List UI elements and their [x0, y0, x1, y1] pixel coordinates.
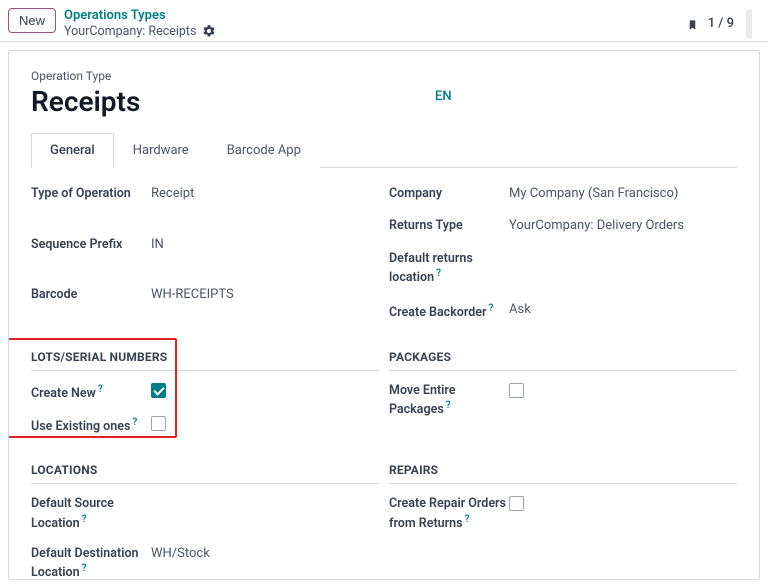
control-bar: New Operations Types YourCompany: Receip… — [0, 0, 768, 42]
section-title-lots: LOTS/SERIAL NUMBERS — [31, 350, 379, 371]
repairs-section: REPAIRS Create Repair Orders from Return… — [389, 463, 737, 580]
checkbox-move-entire-packages[interactable] — [509, 383, 524, 398]
value-barcode[interactable]: WH-RECEIPTS — [151, 287, 379, 302]
help-icon[interactable]: ? — [436, 268, 441, 279]
body-grid: Type of Operation Receipt Sequence Prefi… — [31, 186, 737, 322]
label-create-backorder: Create Backorder? — [389, 302, 509, 321]
label-returns-type: Returns Type — [389, 218, 509, 234]
breadcrumb-current: YourCompany: Receipts — [64, 24, 216, 39]
section-title-packages: PACKAGES — [389, 350, 737, 371]
checkbox-create-repair-orders[interactable] — [509, 496, 524, 511]
label-create-repair-orders-text: Create Repair Orders from Returns — [389, 496, 506, 530]
help-icon[interactable]: ? — [446, 400, 451, 411]
section-row-1: LOTS/SERIAL NUMBERS Create New? Use Exis… — [31, 350, 737, 436]
label-create-new: Create New? — [31, 383, 151, 402]
label-create-repair-orders: Create Repair Orders from Returns? — [389, 496, 509, 532]
breadcrumb: Operations Types YourCompany: Receipts — [64, 8, 216, 39]
label-default-returns-location-text: Default returns location — [389, 251, 473, 285]
label-sequence-prefix: Sequence Prefix — [31, 237, 151, 253]
breadcrumb-root-link[interactable]: Operations Types — [64, 8, 216, 24]
help-icon[interactable]: ? — [465, 514, 470, 525]
label-create-new-text: Create New — [31, 386, 96, 401]
value-default-destination-location[interactable]: WH/Stock — [151, 546, 379, 561]
label-use-existing: Use Existing ones? — [31, 416, 151, 435]
control-bar-right: 1 / 9 — [687, 10, 760, 38]
title-overline: Operation Type — [31, 69, 737, 83]
left-column: Type of Operation Receipt Sequence Prefi… — [31, 186, 379, 322]
label-use-existing-text: Use Existing ones — [31, 419, 130, 434]
section-row-2: LOCATIONS Default Source Location? Defau… — [31, 463, 737, 580]
label-default-source-location-text: Default Source Location — [31, 496, 114, 530]
right-rail-placeholder — [746, 10, 752, 38]
packages-section: PACKAGES Move Entire Packages? — [389, 350, 737, 436]
value-sequence-prefix[interactable]: IN — [151, 237, 379, 252]
label-type-of-operation: Type of Operation — [31, 186, 151, 202]
right-column: Company My Company (San Francisco) Retur… — [389, 186, 737, 322]
locations-section: LOCATIONS Default Source Location? Defau… — [31, 463, 379, 580]
section-title-repairs: REPAIRS — [389, 463, 737, 484]
label-default-source-location: Default Source Location? — [31, 496, 151, 532]
new-button[interactable]: New — [8, 8, 56, 33]
tab-barcode-app[interactable]: Barcode App — [208, 133, 320, 168]
pager[interactable]: 1 / 9 — [708, 16, 734, 31]
bookmark-icon[interactable] — [687, 17, 696, 31]
label-company: Company — [389, 186, 509, 202]
value-company[interactable]: My Company (San Francisco) — [509, 186, 737, 201]
page-title: Receipts — [31, 85, 737, 118]
help-icon[interactable]: ? — [132, 417, 137, 428]
checkbox-use-existing[interactable] — [151, 416, 166, 431]
value-returns-type[interactable]: YourCompany: Delivery Orders — [509, 218, 737, 233]
lang-badge[interactable]: EN — [435, 89, 452, 104]
label-create-backorder-text: Create Backorder — [389, 305, 487, 320]
label-barcode: Barcode — [31, 287, 151, 303]
checkbox-create-new[interactable] — [151, 383, 166, 398]
help-icon[interactable]: ? — [82, 563, 87, 574]
tabs: General Hardware Barcode App — [31, 132, 737, 168]
section-title-locations: LOCATIONS — [31, 463, 379, 484]
tab-general[interactable]: General — [31, 133, 114, 168]
control-bar-left: New Operations Types YourCompany: Receip… — [8, 8, 216, 39]
label-move-entire-packages: Move Entire Packages? — [389, 383, 509, 419]
title-row: Receipts EN — [31, 85, 737, 118]
lots-section: LOTS/SERIAL NUMBERS Create New? Use Exis… — [31, 350, 379, 436]
breadcrumb-current-text: YourCompany: Receipts — [64, 24, 196, 39]
tab-hardware[interactable]: Hardware — [114, 133, 208, 168]
gear-icon[interactable] — [202, 24, 216, 38]
label-default-returns-location: Default returns location? — [389, 251, 509, 287]
value-create-backorder[interactable]: Ask — [509, 302, 737, 317]
form-sheet: Operation Type Receipts EN General Hardw… — [8, 50, 760, 580]
label-default-destination-location: Default Destination Location? — [31, 546, 151, 580]
value-type-of-operation[interactable]: Receipt — [151, 186, 379, 201]
help-icon[interactable]: ? — [98, 384, 103, 395]
help-icon[interactable]: ? — [489, 303, 494, 314]
help-icon[interactable]: ? — [82, 514, 87, 525]
